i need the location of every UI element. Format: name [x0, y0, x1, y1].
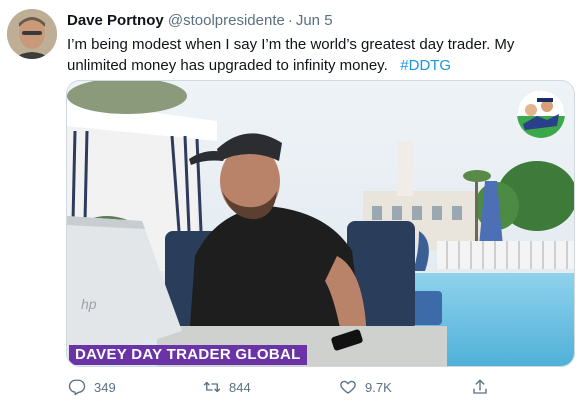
retweet-count: 844	[229, 379, 251, 395]
hashtag-link[interactable]: #DDTG	[400, 57, 451, 74]
author-avatar[interactable]	[7, 9, 57, 59]
video-frame: hp	[67, 81, 574, 366]
tweet-actions: 349 844 9.7K	[66, 376, 566, 398]
share-icon	[473, 379, 487, 394]
tweet-video[interactable]: hp DAVEY DAY TRADER GLOBAL	[66, 80, 575, 367]
reply-icon	[68, 379, 86, 396]
reply-button[interactable]: 349	[68, 376, 116, 398]
tweet-text: I’m being modest when I say I’m the worl…	[67, 34, 567, 76]
ddtg-logo	[517, 90, 565, 138]
svg-text:hp: hp	[81, 296, 97, 312]
retweet-button[interactable]: 844	[203, 376, 251, 398]
author-name[interactable]: Dave Portnoy	[67, 12, 164, 29]
tweet-header: Dave Portnoy @stoolpresidente · Jun 5	[67, 12, 333, 30]
tweet-card[interactable]: Dave Portnoy @stoolpresidente · Jun 5 I’m …	[0, 0, 584, 404]
like-button[interactable]: 9.7K	[339, 376, 392, 398]
retweet-icon	[203, 381, 221, 393]
separator-dot: ·	[287, 12, 293, 29]
like-icon	[340, 380, 356, 394]
author-handle[interactable]: @stoolpresidente	[168, 12, 285, 29]
share-button[interactable]	[471, 376, 497, 398]
reply-count: 349	[94, 379, 116, 395]
like-count: 9.7K	[365, 379, 392, 395]
tweet-date[interactable]: Jun 5	[296, 12, 333, 29]
video-caption: DAVEY DAY TRADER GLOBAL	[69, 345, 307, 365]
